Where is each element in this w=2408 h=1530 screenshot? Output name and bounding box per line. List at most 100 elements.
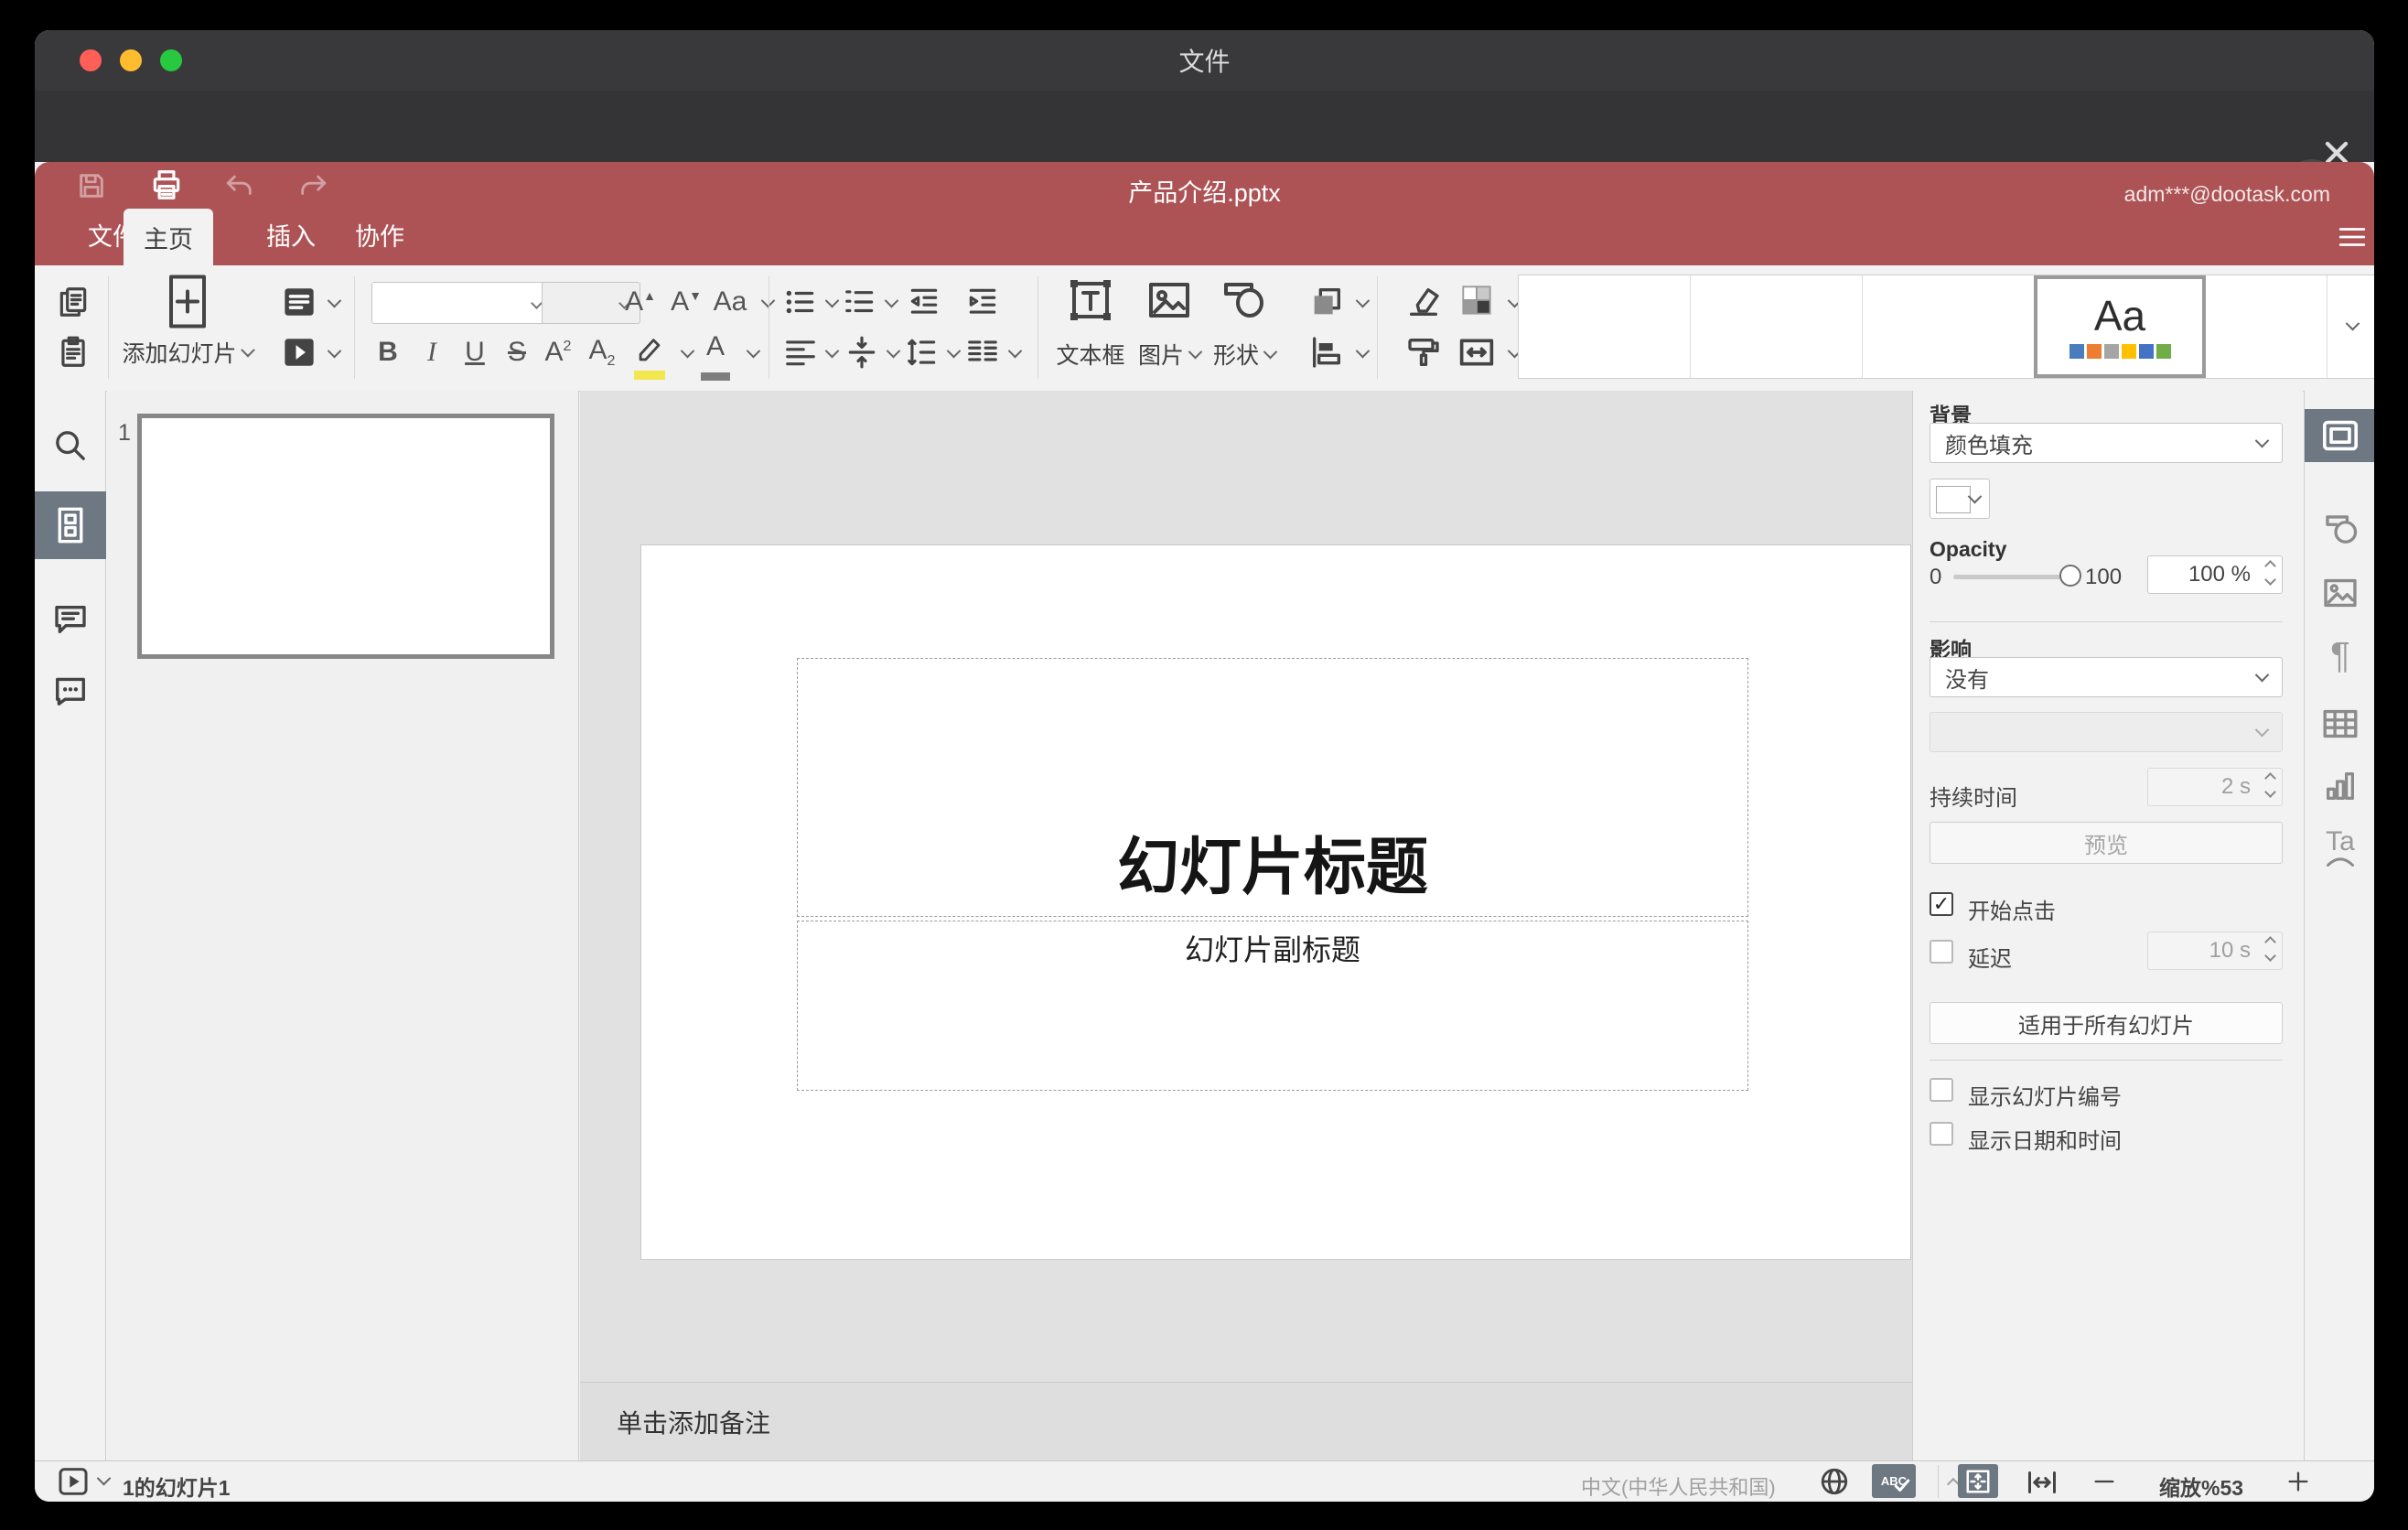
slide-canvas[interactable]: 幻灯片标题 幻灯片副标题 — [640, 544, 1911, 1260]
duration-spinner[interactable]: 2 s — [2147, 768, 2283, 806]
opacity-slider-track[interactable] — [1953, 575, 2070, 579]
subtitle-placeholder[interactable]: 幻灯片副标题 — [797, 921, 1748, 1091]
theme-gallery-expand[interactable] — [2327, 275, 2374, 378]
search-icon[interactable] — [52, 427, 89, 464]
chevron-down-icon[interactable] — [96, 1471, 112, 1486]
show-slide-number-checkbox[interactable] — [1930, 1078, 1953, 1102]
slide-layout-icon[interactable] — [280, 284, 318, 320]
superscript-button[interactable]: A2 — [545, 337, 572, 368]
bold-button[interactable]: B — [378, 337, 398, 368]
start-on-click-checkbox[interactable]: ✓ — [1930, 892, 1953, 916]
apply-to-all-button[interactable]: 适用于所有幻灯片 — [1930, 1002, 2283, 1044]
chevron-down-icon[interactable] — [884, 293, 899, 308]
title-placeholder[interactable]: 幻灯片标题 — [797, 658, 1748, 917]
theme-option[interactable] — [2206, 275, 2327, 378]
chart-settings-icon[interactable] — [2322, 768, 2359, 804]
paragraph-settings-icon[interactable]: ¶ — [2330, 636, 2349, 677]
zoom-out-icon[interactable] — [2091, 1474, 2117, 1489]
notes-area[interactable]: 单击添加备注 — [580, 1382, 1912, 1461]
shape-icon[interactable] — [1220, 279, 1268, 321]
bullet-list-icon[interactable] — [783, 285, 818, 319]
italic-button[interactable]: I — [427, 337, 436, 368]
chat-icon[interactable] — [51, 673, 90, 709]
fill-color-select[interactable] — [1930, 479, 1990, 519]
numbered-list-icon[interactable] — [843, 285, 877, 319]
chevron-down-icon[interactable] — [824, 343, 840, 359]
image-settings-icon[interactable] — [2321, 576, 2360, 610]
hamburger-menu-icon[interactable] — [2337, 223, 2368, 251]
theme-option[interactable] — [1691, 275, 1863, 378]
table-settings-icon[interactable] — [2321, 707, 2360, 740]
spellcheck-button[interactable]: ABC — [1872, 1464, 1916, 1498]
add-slide-label[interactable]: 添加幻灯片 — [122, 336, 255, 369]
image-label[interactable]: 图片 — [1138, 338, 1203, 371]
chevron-down-icon[interactable] — [1007, 343, 1023, 359]
delay-spinner[interactable]: 10 s — [2147, 932, 2283, 970]
chevron-down-icon[interactable] — [946, 343, 962, 359]
copy-style-icon[interactable] — [1405, 334, 1442, 371]
align-objects-icon[interactable] — [1308, 334, 1345, 371]
slides-panel-tab-selected[interactable] — [35, 491, 106, 559]
vertical-align-icon[interactable] — [844, 335, 879, 370]
arrange-icon[interactable] — [1308, 284, 1345, 320]
columns-icon[interactable] — [965, 335, 1000, 370]
textbox-icon[interactable] — [1067, 276, 1114, 324]
preview-button[interactable]: 预览 — [1930, 822, 2283, 864]
image-icon[interactable] — [1145, 279, 1193, 321]
paste-icon[interactable] — [56, 335, 91, 370]
chevron-down-icon[interactable] — [1355, 293, 1371, 308]
clear-style-icon[interactable] — [1405, 284, 1442, 320]
tab-home[interactable]: 主页 — [124, 209, 213, 265]
slide-settings-tab-selected[interactable] — [2305, 409, 2374, 462]
chevron-down-icon[interactable] — [680, 343, 695, 359]
zoom-in-icon[interactable] — [2285, 1469, 2311, 1494]
textbox-label[interactable]: 文本框 — [1056, 338, 1124, 371]
slide-thumbnail-selected[interactable] — [137, 414, 554, 659]
chevron-down-icon[interactable] — [1355, 343, 1371, 359]
increase-indent-icon[interactable] — [965, 285, 1000, 319]
delay-checkbox[interactable] — [1930, 940, 1953, 964]
spinner-arrows[interactable] — [2264, 936, 2276, 962]
opacity-spinner[interactable]: 100 % — [2147, 555, 2283, 594]
decrease-indent-icon[interactable] — [907, 285, 941, 319]
opacity-slider-knob[interactable] — [2059, 565, 2081, 587]
chevron-down-icon[interactable] — [327, 293, 342, 308]
language-selector[interactable]: 中文(中华人民共和国) — [1581, 1471, 1776, 1501]
textart-settings-icon[interactable]: Ta — [2324, 826, 2357, 867]
theme-option[interactable] — [1519, 275, 1691, 378]
chevron-down-icon[interactable] — [327, 343, 342, 359]
effect-type-select-disabled[interactable] — [1930, 712, 2283, 752]
horizontal-align-icon[interactable] — [783, 335, 818, 370]
shape-fill-icon[interactable] — [1457, 280, 1497, 320]
start-slideshow-icon[interactable] — [57, 1466, 90, 1497]
copy-icon[interactable] — [56, 285, 91, 319]
theme-option[interactable] — [1863, 275, 2035, 378]
add-slide-button[interactable] — [166, 274, 210, 335]
fit-slide-button-selected[interactable] — [1958, 1464, 1998, 1498]
underline-button[interactable]: U — [465, 337, 485, 368]
change-case-button[interactable]: Aa — [714, 286, 747, 318]
chevron-down-icon[interactable] — [824, 293, 840, 308]
slideshow-icon[interactable] — [280, 334, 318, 371]
effect-select[interactable]: 没有 — [1930, 657, 2283, 697]
fill-type-select[interactable]: 颜色填充 — [1930, 423, 2283, 463]
tab-collaboration[interactable]: 协作 — [355, 217, 404, 253]
decrease-font-button[interactable]: A▼ — [671, 286, 702, 318]
show-datetime-checkbox[interactable] — [1930, 1122, 1953, 1146]
font-name-select[interactable] — [371, 282, 553, 324]
strikethrough-button[interactable]: S — [508, 337, 526, 368]
spinner-arrows[interactable] — [2264, 560, 2276, 586]
shape-settings-icon[interactable] — [2321, 512, 2360, 547]
chevron-down-icon[interactable] — [886, 343, 901, 359]
chevron-down-icon[interactable] — [746, 343, 761, 359]
line-spacing-icon[interactable] — [905, 335, 940, 370]
fit-width-icon[interactable] — [2026, 1469, 2059, 1496]
spinner-arrows[interactable] — [2264, 772, 2276, 798]
increase-font-button[interactable]: A▲ — [625, 286, 656, 318]
shape-label[interactable]: 形状 — [1213, 338, 1278, 371]
comments-icon[interactable] — [52, 601, 89, 638]
tab-insert[interactable]: 插入 — [266, 217, 316, 253]
slide-size-icon[interactable] — [1457, 334, 1497, 371]
subscript-button[interactable]: A2 — [589, 335, 616, 370]
language-globe-icon[interactable] — [1819, 1466, 1850, 1497]
